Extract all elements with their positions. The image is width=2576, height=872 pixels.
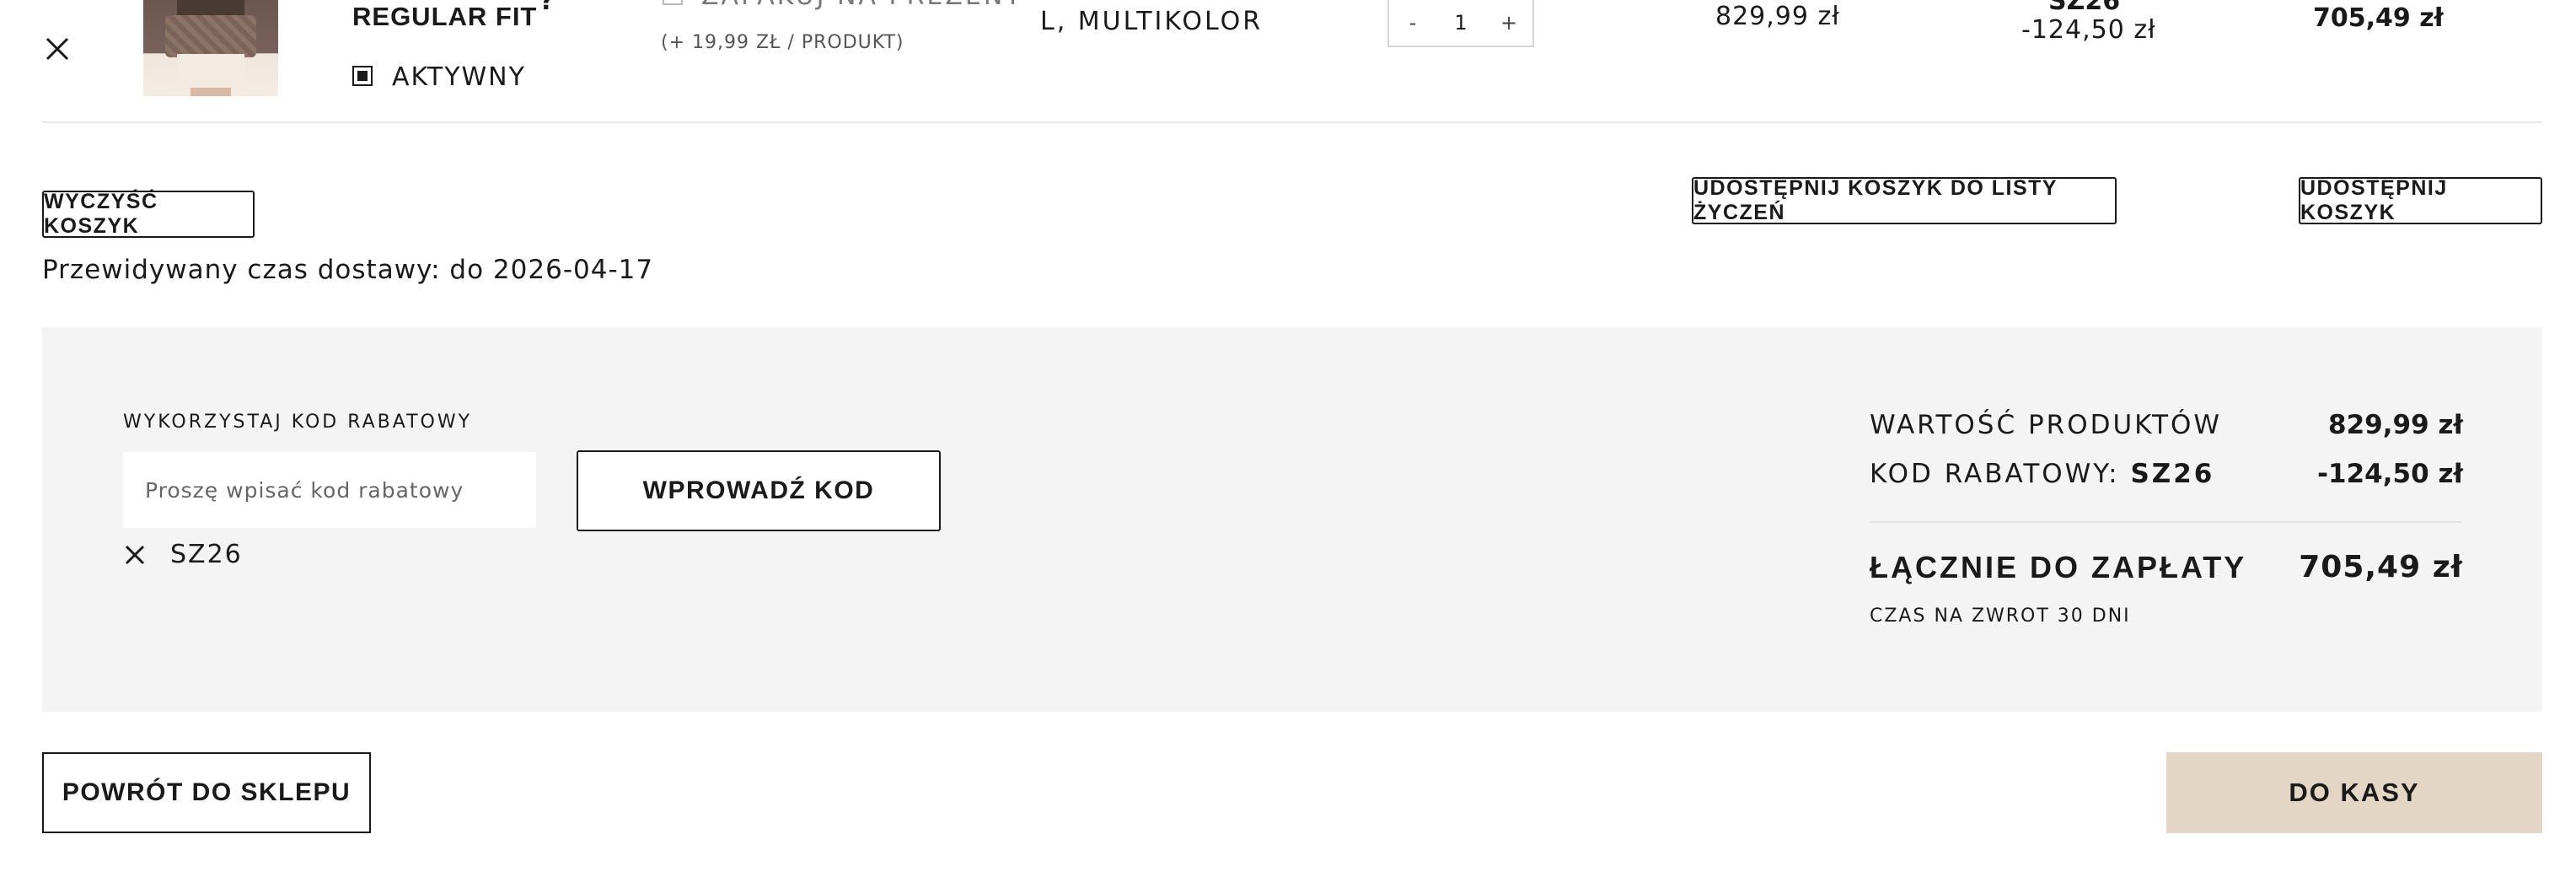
gift-wrap-label: ZAPAKUJ NA PREZENT [701, 0, 1023, 11]
total-value: 705,49 zł [2299, 550, 2463, 584]
promo-label: WYKORZYSTAJ KOD RABATOWY [123, 412, 473, 433]
product-thumbnail[interactable] [143, 0, 278, 96]
total-label: ŁĄCZNIE DO ZAPŁATY [1870, 550, 2247, 584]
unit-price: 829,99 zł [1715, 2, 1840, 31]
share-cart-button[interactable]: UDOSTĘPNIJ KOSZYK [2299, 176, 2542, 224]
item-total: 705,49 zł [2313, 3, 2444, 33]
increment-button[interactable]: + [1485, 11, 1532, 35]
share-to-wishlist-button[interactable]: UDOSTĘPNIJ KOSZYK DO LISTY ŻYCZEŃ [1692, 176, 2117, 224]
discount-code-name: SZ26 [2130, 459, 2215, 489]
gift-wrap-price: (+ 19,99 ZŁ / PRODUKT) [661, 32, 904, 53]
product-name[interactable]: REGULAR FIT [352, 2, 537, 32]
products-value-label: WARTOŚĆ PRODUKTÓW [1870, 410, 2223, 440]
status-checkbox[interactable] [352, 66, 373, 86]
clear-cart-button[interactable]: WYCZYŚĆ KOSZYK [42, 190, 255, 238]
thumb-shorts [177, 54, 244, 89]
row-divider [42, 121, 2542, 123]
checkout-button[interactable]: DO KASY [2166, 752, 2542, 833]
return-note: CZAS NA ZWROT 30 DNI [1870, 606, 2131, 627]
products-value: 829,99 zł [2328, 410, 2463, 440]
remove-promo-icon[interactable] [121, 541, 148, 568]
gift-wrap-checkbox[interactable] [663, 0, 683, 5]
decrement-button[interactable]: - [1389, 11, 1436, 35]
promo-code-input[interactable] [123, 452, 536, 528]
quantity-value[interactable]: 1 [1437, 11, 1484, 35]
delivery-estimate: Przewidywany czas dostawy: do 2026-04-17 [42, 255, 654, 285]
summary-divider [1870, 521, 2461, 523]
back-to-shop-button[interactable]: POWRÓT DO SKLEPU [42, 752, 371, 833]
thumb-legs [191, 88, 231, 96]
discount-code-label-text: KOD RABATOWY: [1870, 459, 2120, 489]
status-label: AKTYWNY [392, 62, 526, 92]
apply-promo-button[interactable]: WPROWADŹ KOD [577, 450, 941, 531]
applied-promo-code: SZ26 [170, 540, 243, 569]
product-variant: L, MULTIKOLOR [1040, 7, 1264, 36]
thumb-shirt [165, 15, 256, 57]
quantity-stepper: - 1 + [1387, 0, 1534, 47]
product-name-fragment: ? [539, 0, 555, 16]
item-discount-code: SZ26 [2048, 0, 2121, 16]
remove-item-icon[interactable] [40, 32, 74, 66]
discount-code-label: KOD RABATOWY: SZ26 [1870, 459, 2214, 489]
item-discount-amount: -124,50 zł [2021, 15, 2156, 45]
discount-code-value: -124,50 zł [2317, 459, 2463, 489]
